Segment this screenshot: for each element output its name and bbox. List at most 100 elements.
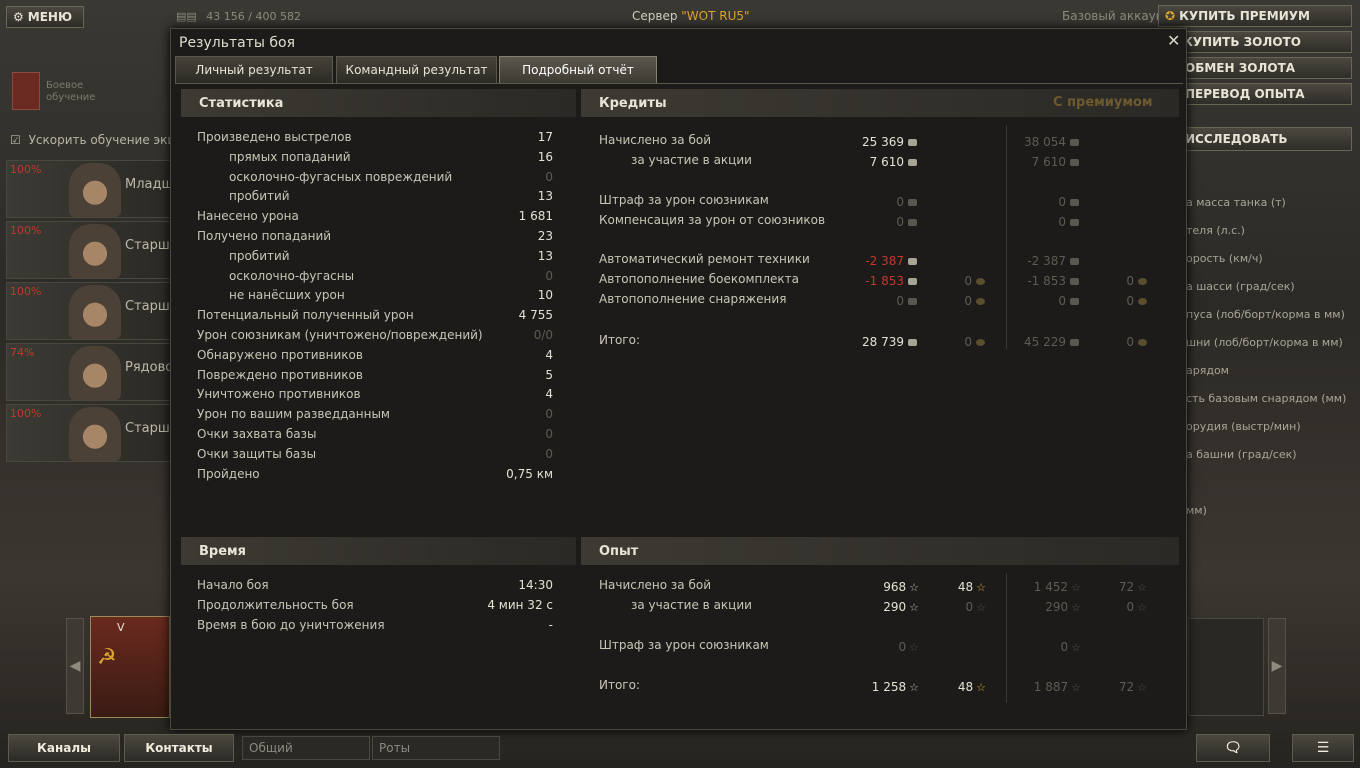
value-text: 0	[1060, 640, 1069, 654]
tab-divider	[175, 83, 1183, 84]
exchange-gold-button[interactable]: ОБМЕН ЗОЛОТА	[1180, 57, 1352, 79]
credit-coin-icon	[1070, 278, 1079, 285]
convert-xp-label: ПЕРЕВОД ОПЫТА	[1185, 87, 1305, 101]
value-cell: 0	[896, 195, 917, 209]
research-button[interactable]: ИССЛЕДОВАТЬ	[1180, 127, 1352, 151]
value-cell: 48 ☆	[958, 680, 986, 694]
value-text: -2 387	[865, 254, 904, 268]
crew-rank: Младш	[125, 177, 172, 192]
value-text: 28 739	[862, 335, 904, 349]
star-icon: ☆	[909, 681, 919, 694]
buy-gold-button[interactable]: КУПИТЬ ЗОЛОТО	[1180, 31, 1352, 53]
stat-value: 0	[545, 169, 553, 184]
value-cell: 1 452 ☆	[1034, 580, 1081, 594]
stat-label: Урон по вашим разведданным	[197, 407, 390, 422]
value-cell: 48 ☆	[958, 580, 986, 594]
gold-coin-icon	[976, 339, 985, 346]
carousel-right-arrow[interactable]: ▶	[1268, 618, 1286, 714]
buy-premium-label: КУПИТЬ ПРЕМИУМ	[1179, 9, 1310, 23]
value-text: 7 610	[1031, 155, 1066, 169]
value-text: 1 258	[871, 680, 907, 694]
general-chat-tab[interactable]: Общий	[242, 736, 370, 760]
stat-value: 0,75 км	[506, 466, 553, 481]
value-text: 48	[957, 680, 974, 694]
value-cell: 72 ☆	[1119, 580, 1147, 594]
stat-label: Урон союзникам (уничтожено/повреждений)	[197, 328, 483, 342]
stat-value: 10	[537, 288, 553, 303]
vehicle-param-label: шни (лоб/борт/корма в мм)	[1186, 336, 1343, 349]
star-icon: ☆	[909, 581, 919, 594]
value-text: 0	[1126, 600, 1135, 614]
stats-header: Статистика	[181, 89, 576, 117]
crew-member-card[interactable]: 100% Старши	[6, 221, 172, 279]
crew-member-card[interactable]: 100% Старши	[6, 282, 172, 340]
tab-detailed-report[interactable]: Подробный отчёт	[499, 56, 657, 83]
vehicle-param-label: орость (км/ч)	[1186, 252, 1263, 265]
value-text: 0	[1058, 195, 1066, 209]
tank-slot-right[interactable]	[1188, 618, 1264, 716]
credit-label: Автопополнение боекомплекта	[599, 272, 799, 286]
gear-icon: ⚙	[13, 10, 24, 24]
value-cell: 0 ☆	[1060, 640, 1081, 654]
crew-member-card[interactable]: 100% Младш	[6, 160, 172, 218]
exchange-gold-label: ОБМЕН ЗОЛОТА	[1185, 61, 1296, 75]
value-text: 0	[1126, 294, 1134, 308]
credit-label: Автопополнение снаряжения	[599, 292, 787, 306]
star-icon: ☆	[976, 581, 986, 594]
value-cell: 968 ☆	[883, 580, 919, 594]
stat-value: 4 755	[518, 308, 553, 323]
time-value: 14:30	[518, 578, 553, 592]
time-value: -	[548, 618, 553, 632]
convert-xp-button[interactable]: ПЕРЕВОД ОПЫТА	[1180, 83, 1352, 105]
value-text: 0	[1126, 335, 1134, 349]
notifications-button[interactable]: ☰	[1292, 734, 1354, 762]
close-icon[interactable]: ✕	[1167, 31, 1180, 50]
value-cell: 0	[1058, 294, 1079, 308]
credit-coin-icon	[908, 139, 917, 146]
contacts-button[interactable]: Контакты	[124, 734, 234, 762]
crew-skill-pct: 100%	[10, 407, 42, 420]
xp-label: Штраф за урон союзникам	[599, 638, 769, 652]
value-cell: 25 369	[862, 135, 917, 149]
stat-value: 0	[545, 427, 553, 441]
value-text: 38 054	[1024, 135, 1066, 149]
crew-member-card[interactable]: 100% Старши	[6, 404, 172, 462]
companies-chat-tab[interactable]: Роты	[372, 736, 500, 760]
channels-button[interactable]: Каналы	[8, 734, 120, 762]
crew-member-card[interactable]: 74% Рядовой	[6, 343, 172, 401]
value-cell: -1 853	[865, 274, 917, 288]
xp-label: Итого:	[599, 678, 640, 692]
star-icon: ☆	[1071, 681, 1081, 694]
credits-xp-value: 43 156 / 400 582	[206, 10, 301, 23]
time-header: Время	[181, 537, 576, 565]
stat-value: 16	[537, 149, 553, 164]
accelerate-training[interactable]: ☑ Ускорить обучение эки	[10, 133, 175, 147]
checkbox-icon[interactable]: ☑	[10, 133, 21, 147]
chat-button[interactable]: 🗨	[1196, 734, 1270, 762]
value-text: 0	[965, 600, 974, 614]
tank-slot[interactable]: V ☭	[90, 616, 170, 718]
crew-rank: Рядовой	[125, 360, 171, 375]
xp-premium-divider	[1006, 573, 1007, 703]
buy-premium-button[interactable]: ✪ КУПИТЬ ПРЕМИУМ	[1158, 5, 1352, 27]
value-text: -2 387	[1027, 254, 1066, 268]
tab-team-result[interactable]: Командный результат	[336, 56, 497, 83]
credit-label: Начислено за бой	[599, 133, 712, 147]
value-cell: 0	[1058, 215, 1079, 229]
star-icon: ☆	[1071, 581, 1081, 594]
server-info: Сервер "WOT RU5"	[632, 9, 750, 23]
stat-value: 4	[545, 387, 553, 402]
time-label: Начало боя	[197, 578, 269, 592]
crew-skill-pct: 100%	[10, 163, 42, 176]
menu-button[interactable]: ⚙ МЕНЮ	[6, 6, 84, 28]
tab-personal-result[interactable]: Личный результат	[175, 56, 333, 83]
list-icon: ☰	[1316, 740, 1330, 756]
stat-label: Произведено выстрелов	[197, 130, 352, 144]
star-icon: ☆	[976, 681, 986, 694]
value-cell: -2 387	[1027, 254, 1079, 268]
value-text: 0	[896, 294, 904, 308]
credit-coin-icon	[1070, 219, 1079, 226]
value-cell: 0 ☆	[1126, 600, 1147, 614]
carousel-left-arrow[interactable]: ◀	[66, 618, 84, 714]
credit-coin-icon	[908, 159, 917, 166]
